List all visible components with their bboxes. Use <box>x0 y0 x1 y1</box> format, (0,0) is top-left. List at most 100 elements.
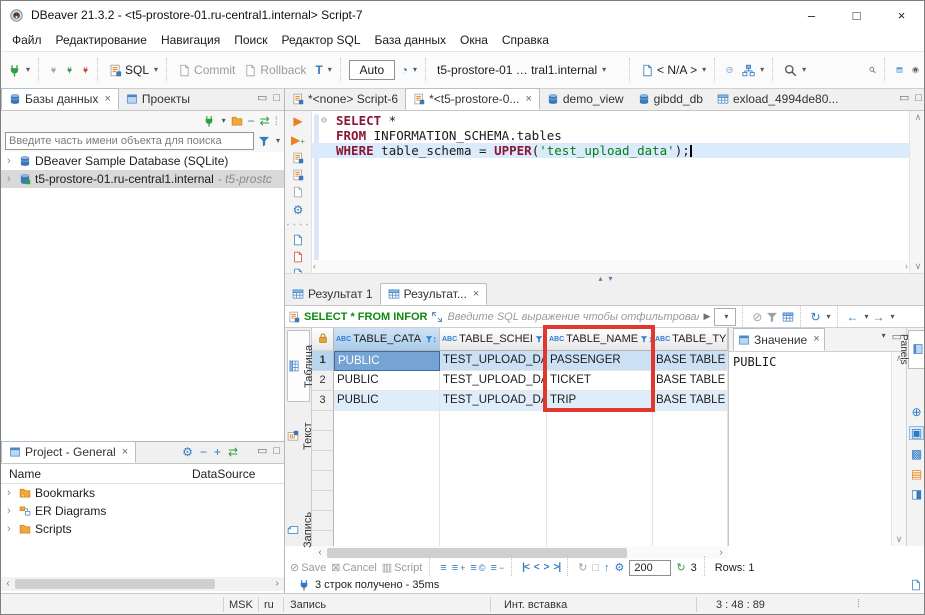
expand-chevron-icon[interactable]: › <box>7 488 15 499</box>
grid-cell[interactable]: PUBLIC <box>334 391 440 411</box>
grid-cell[interactable]: BASE TABLE <box>653 351 728 371</box>
editor-tab[interactable]: *<t5-prostore-0...× <box>405 88 540 110</box>
column-header-table_tyi[interactable]: ABCTABLE_TYI↕ <box>653 328 728 351</box>
grid-cell[interactable]: TRIP <box>547 391 653 411</box>
refresh-icon[interactable]: ↻ <box>810 311 820 323</box>
grid-cell[interactable]: BASE TABLE <box>653 391 728 411</box>
minimize-panel-icon[interactable]: ▭ <box>257 446 267 457</box>
execute-new-tab-icon[interactable]: ▶+ <box>290 133 306 147</box>
expand-chevron-icon[interactable]: › <box>7 506 15 517</box>
maximize-button[interactable]: □ <box>834 1 879 29</box>
code-area[interactable]: ⊖SELECT *FROM INFORMATION_SCHEMA.tablesW… <box>312 111 909 273</box>
menu-item[interactable]: Навигация <box>154 30 227 50</box>
collapse-all-icon[interactable]: − <box>200 446 207 458</box>
execute-script-new-tab-icon[interactable] <box>292 169 304 181</box>
panel-references-icon[interactable]: ⊕ <box>911 406 921 418</box>
scroll-down-icon[interactable]: ∨ <box>896 535 903 544</box>
tab-databases[interactable]: Базы данных × <box>1 88 119 110</box>
last-row-icon[interactable]: >| <box>553 563 560 573</box>
scrollbar-thumb[interactable] <box>15 579 215 589</box>
sort-icon[interactable]: ↕ <box>433 334 438 344</box>
chevron-down-icon[interactable]: ▾ <box>891 313 895 321</box>
chevron-down-icon[interactable]: ▾ <box>702 66 706 74</box>
link-with-editor-icon[interactable]: ⇄ <box>228 446 238 458</box>
table-row[interactable]: 2PUBLICTEST_UPLOAD_DATTICKETBASE TABLE <box>312 371 728 391</box>
scroll-right-icon[interactable]: › <box>714 548 728 558</box>
tab-project-general[interactable]: Project - General × <box>1 441 136 463</box>
link-with-editor-icon[interactable]: ⇄ <box>260 115 270 127</box>
filter-funnel-icon[interactable] <box>535 335 543 343</box>
splitter-down-icon[interactable]: ▾ <box>609 275 613 283</box>
connect-icon[interactable] <box>47 58 60 82</box>
chevron-down-icon[interactable]: ▾ <box>760 66 764 74</box>
value-vscrollbar[interactable]: ∧ ∨ <box>891 352 906 546</box>
expand-filter-icon[interactable] <box>431 311 443 323</box>
chevron-down-icon[interactable]: ▾ <box>802 66 806 74</box>
export-data-icon[interactable]: ↑ <box>604 563 610 574</box>
column-filter-sort-icons[interactable]: ↕ <box>640 334 653 344</box>
sort-icon[interactable]: ↕ <box>648 334 653 344</box>
next-row-icon[interactable]: > <box>544 563 549 573</box>
save-filter-icon[interactable] <box>782 311 794 323</box>
first-row-icon[interactable]: |< <box>522 563 529 573</box>
grid-cell[interactable]: BASE TABLE <box>653 371 728 391</box>
fetch-all-icon[interactable]: □ <box>592 563 599 574</box>
fetch-size-input[interactable]: 200 <box>629 560 671 576</box>
scroll-left-icon[interactable]: ‹ <box>313 548 327 558</box>
menu-item[interactable]: Редактор SQL <box>274 30 367 50</box>
minimize-panel-icon[interactable]: ▭ <box>257 93 267 104</box>
grid-cell[interactable]: TEST_UPLOAD_DAT <box>440 351 547 371</box>
sql-editor-button[interactable]: SQL ▾ <box>106 58 161 82</box>
value-content[interactable]: PUBLIC <box>729 352 891 546</box>
expand-chevron-icon[interactable]: › <box>7 174 15 185</box>
editor-tab[interactable]: exload_4994de80... <box>710 88 845 110</box>
maximize-panel-icon[interactable]: □ <box>273 93 280 104</box>
chevron-down-icon[interactable]: ▾ <box>413 66 417 74</box>
cancel-button[interactable]: ⊠ Cancel <box>331 562 376 574</box>
presentation-tab-grid[interactable]: Таблица <box>287 330 310 402</box>
expand-chevron-icon[interactable]: › <box>7 524 15 535</box>
chevron-down-icon[interactable]: ▾ <box>328 66 332 74</box>
scroll-up-icon[interactable]: ∧ <box>915 113 922 122</box>
scroll-left-icon[interactable]: ‹ <box>313 262 316 271</box>
maximize-panel-icon[interactable]: □ <box>915 93 922 104</box>
chevron-down-icon[interactable]: ▾ <box>865 313 869 321</box>
row-number[interactable]: 1 <box>312 351 334 371</box>
grid-cell[interactable]: PASSENGER <box>547 351 653 371</box>
menu-item[interactable]: Файл <box>5 30 49 50</box>
dbeaver-perspective-icon[interactable] <box>909 58 922 82</box>
script-log-icon[interactable] <box>292 251 304 263</box>
close-icon[interactable]: × <box>104 94 110 105</box>
close-icon[interactable]: × <box>122 447 128 458</box>
menu-item[interactable]: Редактирование <box>49 30 154 50</box>
editor-tab[interactable]: demo_view <box>540 88 631 110</box>
column-header-name[interactable]: Name <box>1 467 192 481</box>
script-button[interactable]: ▥ Script <box>382 562 423 574</box>
chevron-down-icon[interactable]: ▾ <box>602 66 606 74</box>
project-item-scripts[interactable]: › Scripts <box>1 520 284 538</box>
fold-collapse-icon[interactable]: ⊖ <box>321 113 327 128</box>
chevron-down-icon[interactable]: ▾ <box>827 313 831 321</box>
scroll-down-icon[interactable]: ∨ <box>915 262 922 271</box>
gear-icon[interactable]: ⚙ <box>182 446 193 458</box>
project-item-er-diagrams[interactable]: › ER Diagrams <box>1 502 284 520</box>
chevron-down-icon[interactable]: ▾ <box>154 66 158 74</box>
table-row[interactable]: 3PUBLICTEST_UPLOAD_DATTRIPBASE TABLE <box>312 391 728 411</box>
column-filter-sort-icons[interactable]: ↕ <box>535 334 547 344</box>
task-button[interactable]: ▾ <box>739 58 767 82</box>
refresh-count-icon[interactable]: ↻ <box>676 563 685 574</box>
code-line[interactable]: FROM INFORMATION_SCHEMA.tables <box>312 128 909 143</box>
view-menu-icon[interactable]: ▾ <box>882 332 886 343</box>
transaction-log-button[interactable]: ◔ ▾ <box>398 58 420 82</box>
expand-chevron-icon[interactable]: › <box>7 156 15 167</box>
panel-metadata-icon[interactable]: ◨ <box>911 488 922 500</box>
view-menu-icon[interactable]: ⁞ <box>275 115 278 127</box>
close-button[interactable]: × <box>879 1 924 29</box>
commit-mode-combo[interactable]: Auto <box>349 60 395 80</box>
grid-cell[interactable]: TICKET <box>547 371 653 391</box>
editor-tab[interactable]: gibdd_db <box>631 88 710 110</box>
filter-funnel-icon[interactable] <box>425 335 433 343</box>
code-line[interactable]: WHERE table_schema = UPPER('test_upload_… <box>312 143 909 158</box>
search-menu-button[interactable]: ▾ <box>781 58 809 82</box>
rollback-button[interactable]: Rollback <box>241 58 309 82</box>
